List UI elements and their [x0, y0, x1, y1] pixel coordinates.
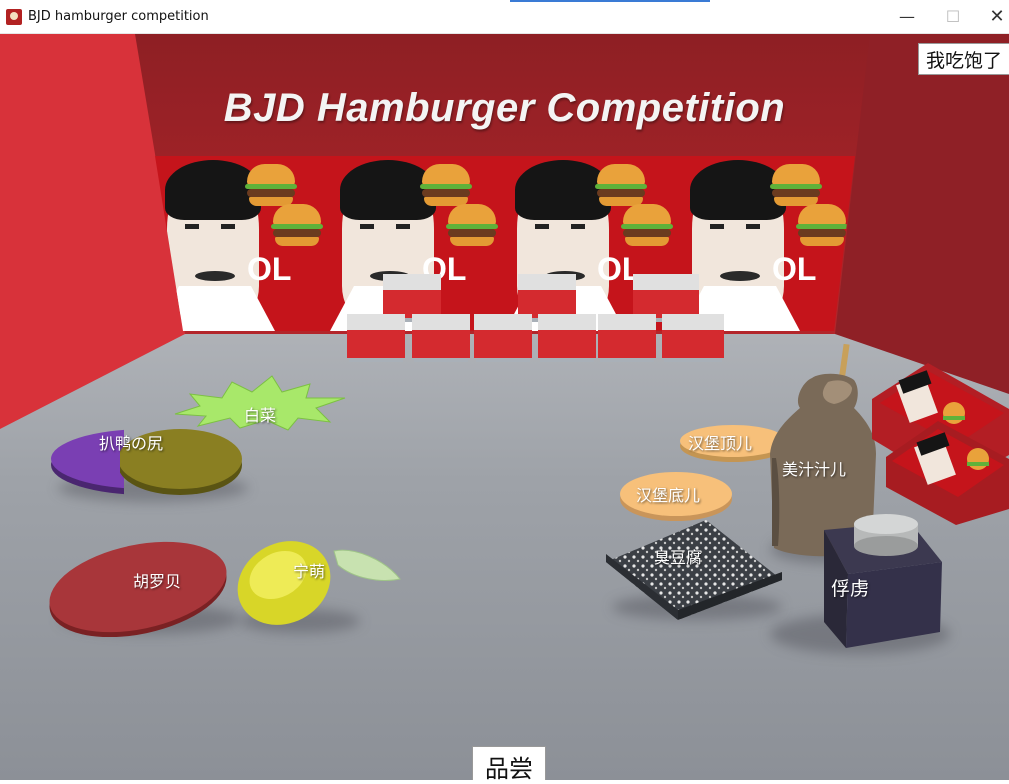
burger-icon	[770, 164, 822, 206]
poster: OL	[155, 156, 330, 331]
burger-icon	[446, 204, 498, 246]
ingredient-label: 宁萌	[293, 562, 326, 581]
poster-strip: OL OL OL OL	[155, 156, 855, 331]
burger-box	[347, 314, 405, 362]
burger-box	[518, 274, 576, 322]
burger-box	[598, 314, 656, 362]
app-icon	[6, 9, 22, 25]
poster-text: OL	[247, 251, 292, 287]
burger-box	[538, 314, 596, 362]
ingredient-label: 俘虏	[831, 578, 870, 600]
ingredient-label: 汉堡底儿	[636, 486, 701, 505]
burger-icon	[595, 164, 647, 206]
poster: OL	[680, 156, 855, 331]
taste-button[interactable]: 品尝	[472, 746, 546, 783]
burger-icon	[420, 164, 472, 206]
burger-icon	[245, 164, 297, 206]
burger-icon	[271, 204, 323, 246]
poster-box-stack	[872, 359, 1009, 525]
burger-icon	[621, 204, 673, 246]
burger-box	[383, 274, 441, 322]
burger-box	[412, 314, 470, 362]
ingredient-label: 胡罗贝	[133, 572, 182, 591]
ingredient-label: 臭豆腐	[654, 548, 703, 567]
lemon-icon[interactable]	[234, 539, 402, 629]
burger-box	[662, 314, 724, 362]
titlebar-accent	[510, 0, 710, 2]
minimize-button[interactable]: —	[884, 0, 930, 33]
ingredient-label: 扒鸭の尻	[99, 434, 164, 453]
tofu-block-icon[interactable]	[604, 518, 786, 624]
ingredient-label: 白菜	[244, 406, 277, 425]
ingredient-label: 汉堡顶儿	[688, 434, 753, 453]
window-title: BJD hamburger competition	[28, 9, 209, 24]
window-titlebar: BJD hamburger competition — ☐ ✕	[0, 0, 1009, 34]
close-button[interactable]: ✕	[974, 0, 1009, 33]
game-scene: BJD Hamburger Competition OL OL OL OL 白菜…	[0, 34, 1009, 780]
burger-box	[633, 274, 699, 322]
burger-box	[474, 314, 532, 362]
full-button[interactable]: 我吃饱了	[918, 43, 1009, 75]
ingredient-label: 美汁汁儿	[782, 460, 847, 479]
burger-icon	[796, 204, 848, 246]
maximize-button[interactable]: ☐	[930, 0, 976, 33]
poster-text: OL	[772, 251, 817, 287]
banner-title: BJD Hamburger Competition	[223, 86, 786, 130]
